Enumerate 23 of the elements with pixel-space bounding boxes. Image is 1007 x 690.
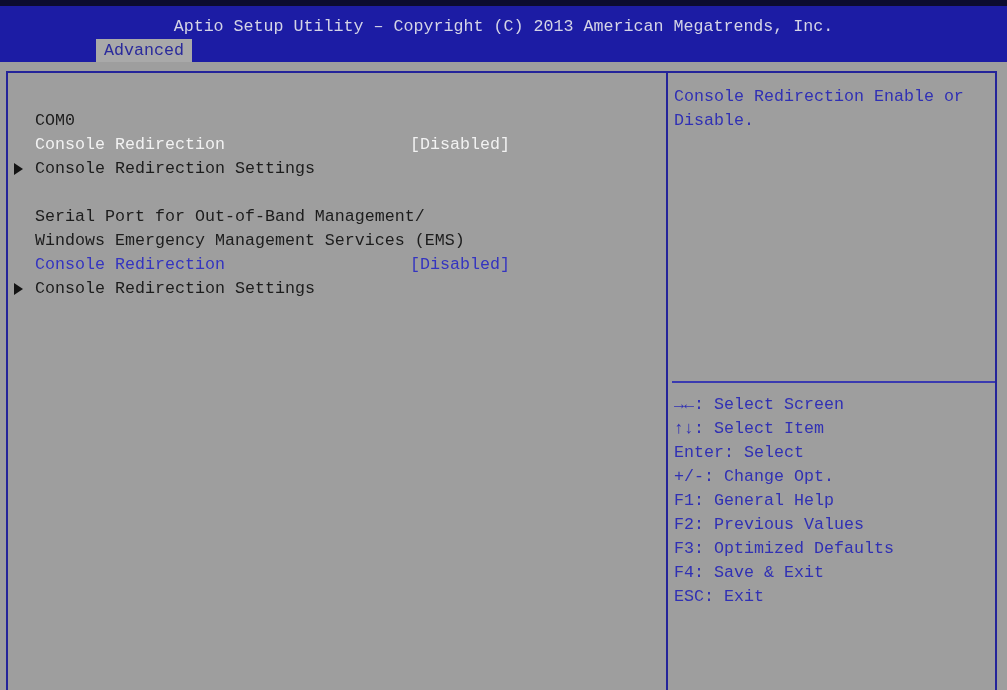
window-title: Aptio Setup Utility – Copyright (C) 2013 American Megatrends, Inc. [172,16,835,38]
caret-icon [14,163,23,175]
setting-value[interactable]: [Disabled] [410,253,510,277]
key-hint: →←: Select Screen [674,395,844,414]
section-label: Serial Port for Out-of-Band Management/ [35,206,425,228]
key-hint: F2: Previous Values [674,515,864,534]
key-hint: Enter: Select [674,443,804,462]
key-hint: +/-: Change Opt. [674,467,834,486]
key-hint: F1: General Help [674,491,834,510]
caret-icon [14,283,23,295]
section-label: Windows Emergency Management Services (EMS) [35,230,465,252]
menu-tab[interactable]: Advanced [96,39,192,62]
key-hint: F4: Save & Exit [674,563,824,582]
key-hint: F3: Optimized Defaults [674,539,894,558]
key-hint: ↑↓: Select Item [674,419,824,438]
submenu-link[interactable]: Console Redirection Settings [35,157,315,181]
setting-value[interactable]: [Disabled] [410,133,510,157]
submenu-link[interactable]: Console Redirection Settings [35,277,315,301]
setting-label[interactable]: Console Redirection [35,255,225,274]
setting-label[interactable]: Console Redirection [35,135,225,154]
help-text: Console Redirection Enable or Disable. [674,86,965,132]
key-hint: ESC: Exit [674,587,764,606]
section-label: COM0 [35,110,75,132]
